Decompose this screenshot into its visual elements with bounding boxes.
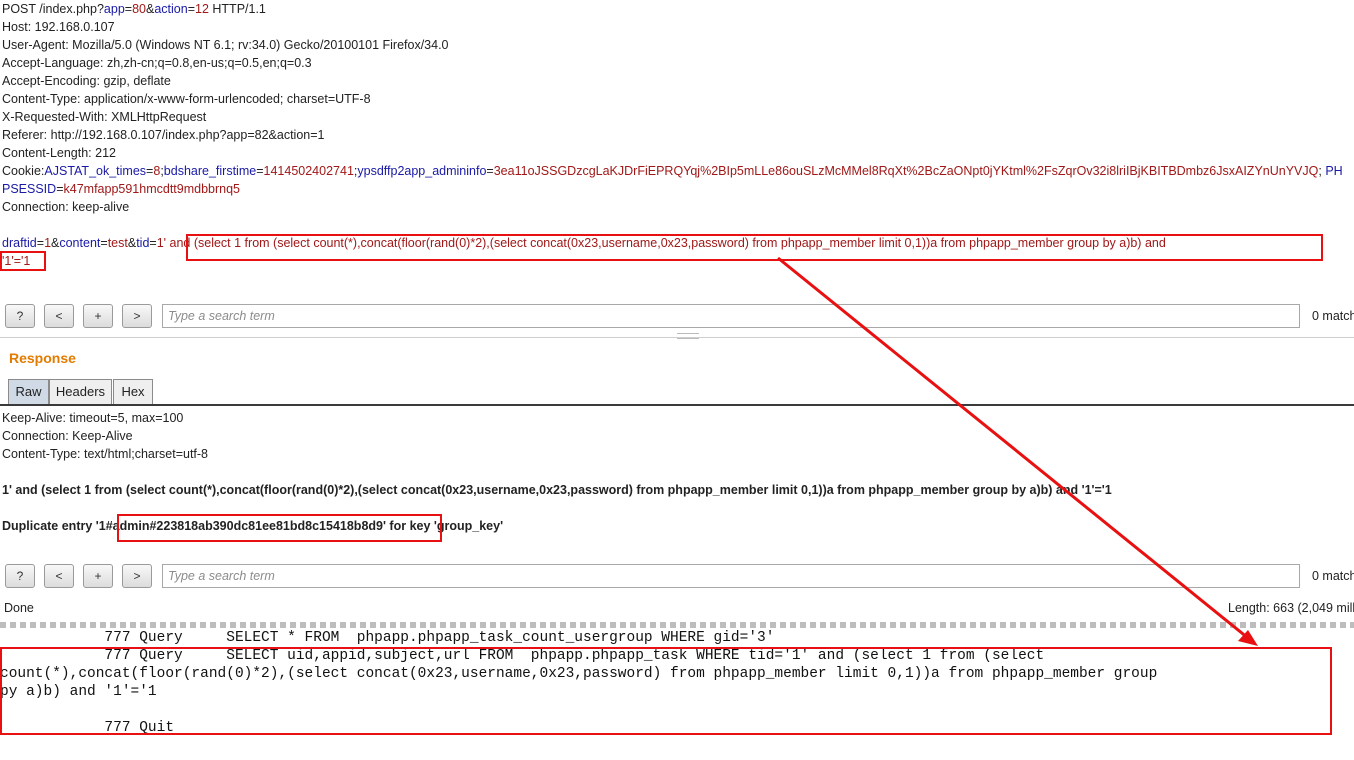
arrow-annotation (777, 256, 1258, 646)
